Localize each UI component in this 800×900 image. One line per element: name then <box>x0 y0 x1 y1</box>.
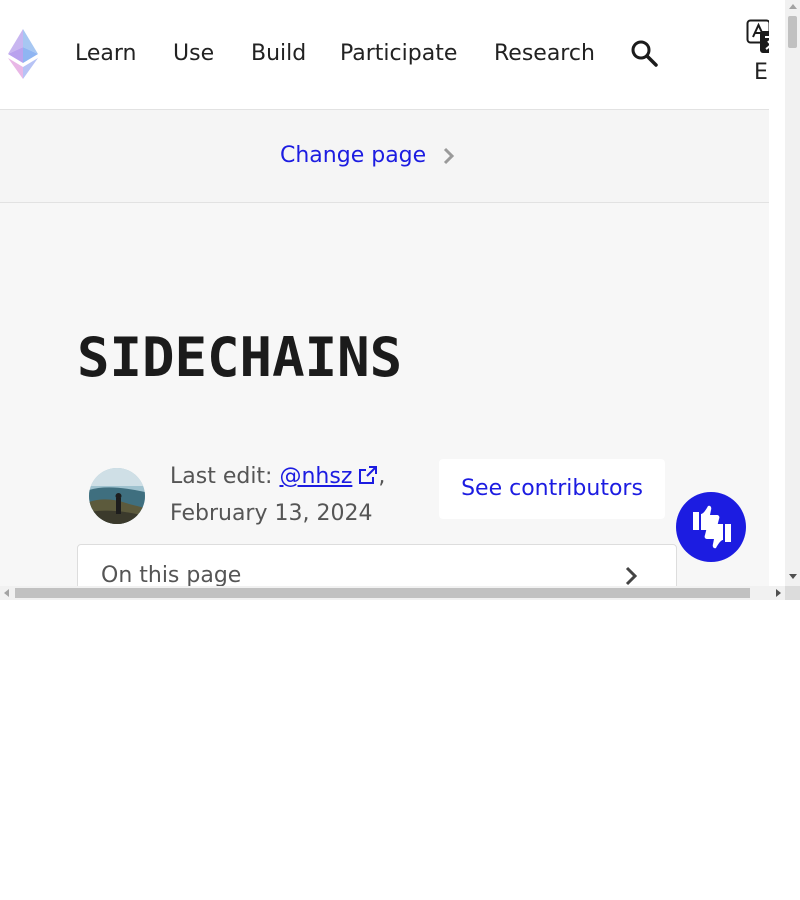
search-icon[interactable] <box>630 39 658 71</box>
language-code[interactable]: EN <box>754 59 769 87</box>
horizontal-scrollbar[interactable] <box>0 586 785 600</box>
nav-build[interactable]: Build <box>251 39 306 69</box>
browser-viewport: Learn Use Build Participate Research E C… <box>0 0 800 600</box>
feedback-button[interactable] <box>676 492 746 562</box>
horizontal-scroll-thumb[interactable] <box>15 588 750 598</box>
change-page-button[interactable]: Change page <box>280 141 426 171</box>
scroll-right-arrow-icon[interactable] <box>776 589 781 597</box>
last-edit-line: Last edit: @nhsz, <box>170 462 385 494</box>
dark-mode-toggle-icon[interactable] <box>692 40 718 72</box>
table-of-contents-toggle[interactable]: On this page <box>77 544 677 586</box>
ethereum-logo-icon[interactable] <box>5 27 41 81</box>
scroll-down-arrow-icon[interactable] <box>789 574 797 579</box>
page-title: SIDECHAINS <box>77 326 403 389</box>
vertical-scrollbar[interactable] <box>785 0 800 586</box>
last-edit-prefix: Last edit: <box>170 464 280 489</box>
scroll-left-arrow-icon[interactable] <box>4 589 9 597</box>
toc-label: On this page <box>101 563 242 586</box>
avatar <box>89 468 145 524</box>
see-contributors-button[interactable]: See contributors <box>439 459 665 519</box>
top-navigation: Learn Use Build Participate Research E <box>0 0 769 110</box>
author-link[interactable]: @nhsz <box>279 464 352 489</box>
nav-research[interactable]: Research <box>494 39 595 69</box>
last-edit-date: February 13, 2024 <box>170 501 373 526</box>
chevron-right-icon <box>624 565 638 586</box>
vertical-scroll-thumb[interactable] <box>788 16 797 48</box>
nav-use[interactable]: Use <box>173 39 214 69</box>
chevron-right-icon <box>442 146 456 170</box>
last-edit-suffix: , <box>378 464 386 489</box>
nav-learn[interactable]: Learn <box>75 39 137 69</box>
nav-participate[interactable]: Participate <box>340 39 457 69</box>
scrollbar-corner <box>785 586 800 600</box>
translate-icon[interactable] <box>746 19 769 59</box>
page: Learn Use Build Participate Research E C… <box>0 0 769 586</box>
external-link-icon <box>358 464 378 494</box>
scroll-up-arrow-icon[interactable] <box>789 4 797 9</box>
thumbs-feedback-icon <box>690 504 734 554</box>
